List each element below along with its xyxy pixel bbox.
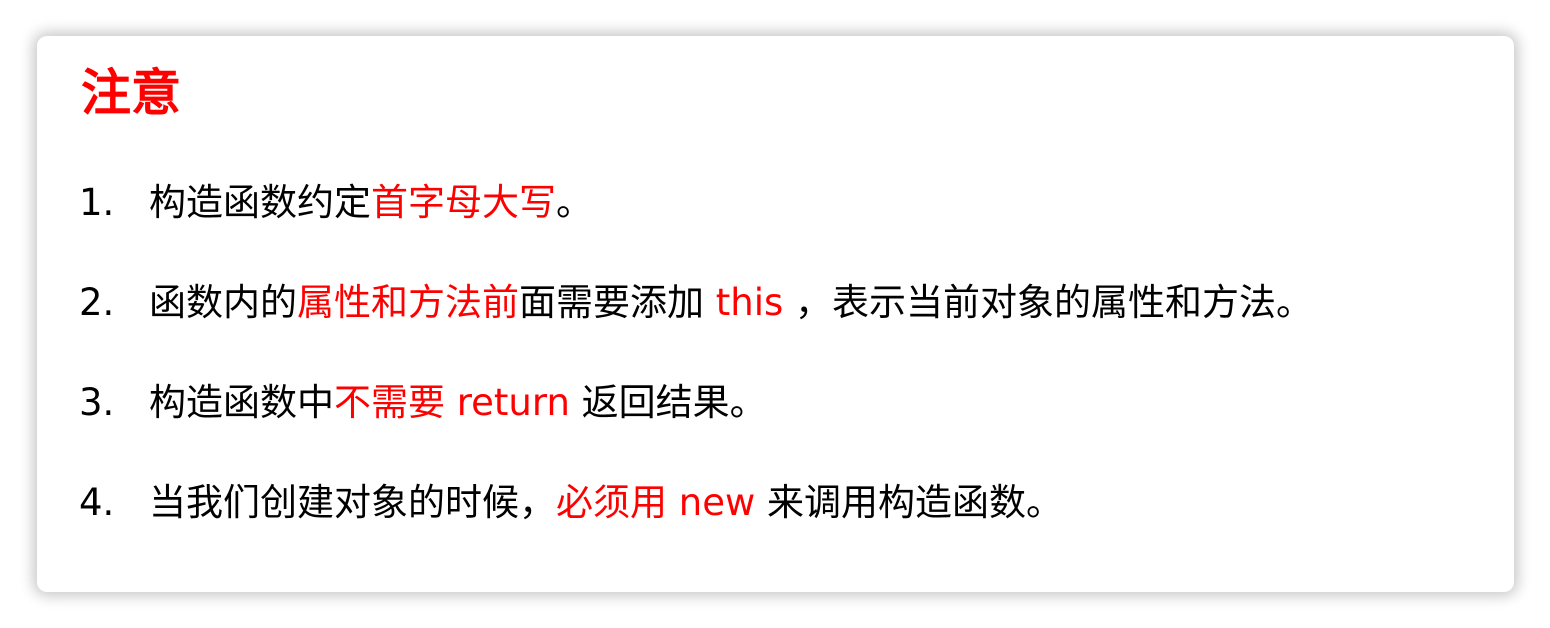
text-segment: 。 (556, 181, 593, 224)
text-segment: 面需要添加 (519, 281, 716, 324)
text-segment: 函数内的 (149, 281, 297, 324)
highlight-segment: 属性和方法前 (297, 281, 519, 324)
text-segment: 当我们创建对象的时候， (149, 481, 556, 524)
item-number: 4. (79, 481, 115, 524)
item-text: 当我们创建对象的时候，必须用 new 来调用构造函数。 (149, 472, 1063, 534)
highlight-segment: 首字母大写 (371, 181, 556, 224)
text-segment: 构造函数约定 (149, 181, 371, 224)
highlight-segment: 必须用 new (556, 481, 756, 524)
text-segment: ，表示当前对象的属性和方法。 (783, 281, 1314, 324)
item-number: 1. (79, 181, 115, 224)
notice-card: 注意 1. 构造函数约定首字母大写。 2. 函数内的属性和方法前面需要添加 th… (37, 36, 1514, 592)
item-number: 3. (79, 381, 115, 424)
text-segment: 返回结果。 (569, 381, 767, 424)
highlight-segment: this (715, 281, 784, 324)
highlight-segment: 不需要 return (334, 381, 570, 424)
text-segment: 来调用构造函数。 (755, 481, 1064, 524)
item-text: 函数内的属性和方法前面需要添加 this ，表示当前对象的属性和方法。 (149, 272, 1313, 334)
item-text: 构造函数约定首字母大写。 (149, 172, 593, 234)
item-number: 2. (79, 281, 115, 324)
notice-title: 注意 (81, 64, 181, 122)
item-text: 构造函数中不需要 return 返回结果。 (149, 372, 767, 434)
text-segment: 构造函数中 (149, 381, 334, 424)
